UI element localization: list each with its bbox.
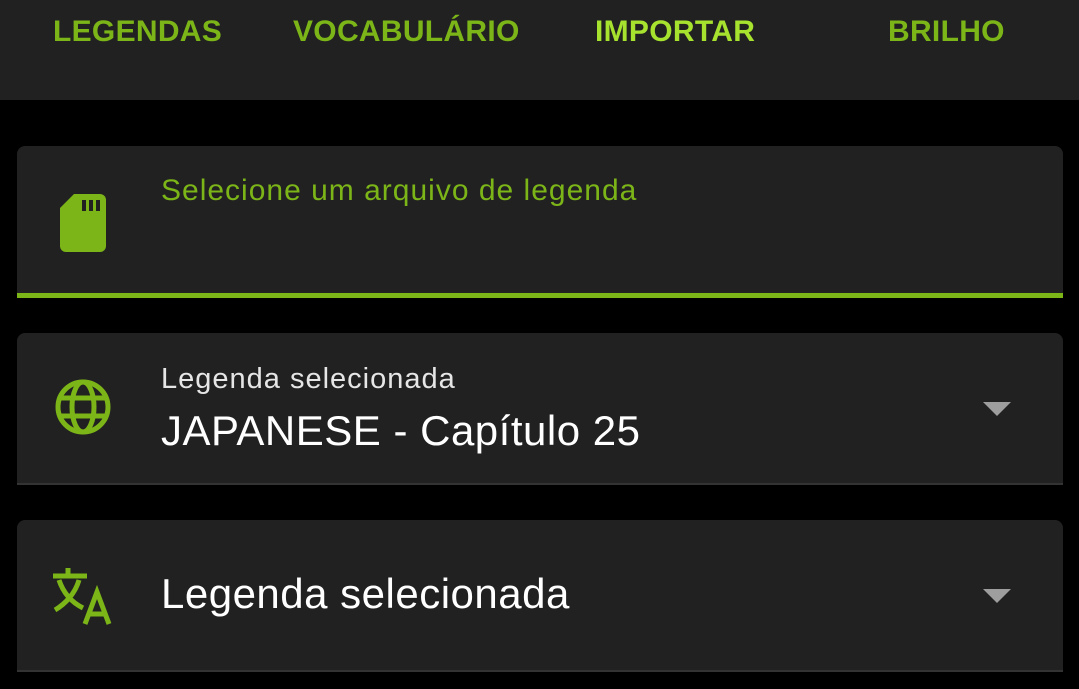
tab-importar[interactable]: IMPORTAR xyxy=(595,12,755,52)
subtitle-file-picker[interactable]: Selecione um arquivo de legenda xyxy=(17,146,1063,293)
chevron-down-icon[interactable] xyxy=(983,402,1011,416)
tab-vocabulario[interactable]: VOCABULÁRIO xyxy=(293,12,520,52)
subtitle-select-dropdown[interactable]: Legenda selecionada JAPANESE - Capítulo … xyxy=(17,333,1063,485)
tab-legendas[interactable]: LEGENDAS xyxy=(53,12,222,52)
file-picker-placeholder: Selecione um arquivo de legenda xyxy=(161,174,638,207)
subtitle-select-label: Legenda selecionada xyxy=(161,363,456,395)
tab-brilho[interactable]: BRILHO xyxy=(888,12,1005,52)
file-picker-underline xyxy=(17,293,1063,298)
translation-select-value: Legenda selecionada xyxy=(161,570,570,617)
subtitle-select-value: JAPANESE - Capítulo 25 xyxy=(161,407,641,454)
top-tab-bar: LEGENDAS VOCABULÁRIO IMPORTAR BRILHO xyxy=(0,0,1079,100)
globe-icon xyxy=(55,379,111,435)
translation-select-dropdown[interactable]: Legenda selecionada xyxy=(17,520,1063,672)
translate-icon xyxy=(53,568,112,625)
chevron-down-icon[interactable] xyxy=(983,589,1011,603)
sd-card-icon xyxy=(60,194,106,252)
